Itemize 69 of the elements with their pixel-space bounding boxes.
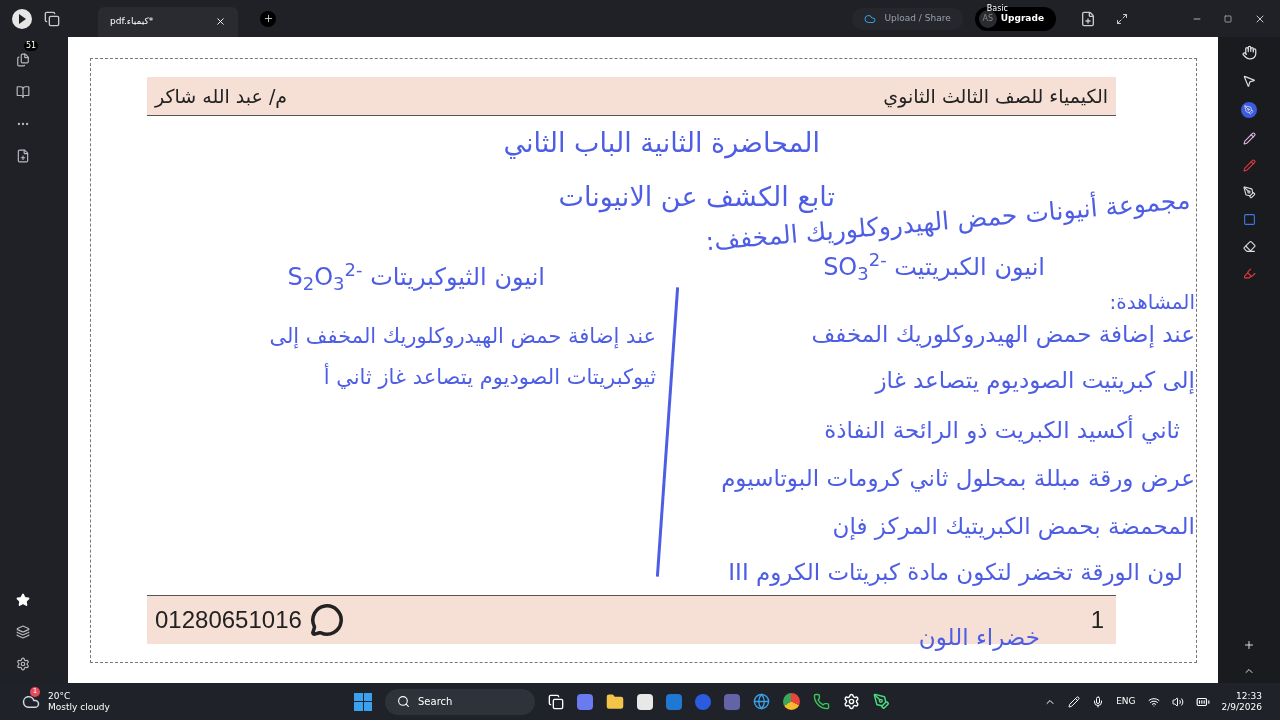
- handwritten-text: عرض ورقة مبللة بمحلول ثاني كرومات البوتاسيوم: [721, 464, 1195, 494]
- app-logo-icon[interactable]: [12, 8, 32, 29]
- browser-icon[interactable]: [753, 693, 770, 710]
- cloud-icon: [864, 12, 877, 25]
- new-tab-button[interactable]: [260, 10, 276, 27]
- handwritten-text: عند إضافة حمض الهيدروكلوريك المخفف: [811, 320, 1195, 350]
- restore-icon[interactable]: [1224, 14, 1232, 23]
- clock-time: 12:33: [1236, 690, 1262, 702]
- layers-icon[interactable]: [16, 625, 30, 639]
- settings-icon[interactable]: [16, 657, 30, 671]
- zoom-in-icon[interactable]: [1243, 639, 1255, 651]
- tab-title: pdf.كيمياء*: [110, 14, 155, 28]
- chat-icon: [309, 603, 344, 637]
- volume-icon[interactable]: [1171, 695, 1184, 708]
- taskbar-search[interactable]: Search: [385, 688, 535, 715]
- page-number: 1: [1090, 605, 1104, 635]
- gear-icon[interactable]: [843, 693, 860, 710]
- expand-icon[interactable]: [1116, 12, 1128, 25]
- handwritten-text: إلى كبريتيت الصوديوم يتصاعد غاز: [875, 366, 1195, 396]
- hand-tool-icon[interactable]: [1241, 45, 1257, 60]
- handwritten-text: لون الورقة تخضر لتكون مادة كبريتات الكروم III: [728, 558, 1183, 588]
- upload-share-button[interactable]: Upload / Share: [852, 7, 963, 30]
- start-icon[interactable]: [354, 692, 372, 711]
- weather-status: Mostly cloudy: [48, 701, 110, 713]
- teams-icon[interactable]: [724, 693, 740, 710]
- handwritten-text: عند إضافة حمض الهيدروكلوريك المخفف إلى: [269, 323, 656, 351]
- star-icon[interactable]: [16, 593, 30, 607]
- store-icon[interactable]: [637, 693, 653, 710]
- mail-icon[interactable]: [666, 693, 682, 710]
- eraser-icon[interactable]: [1242, 240, 1256, 253]
- header-author: م/ عبد الله شاكر: [155, 83, 288, 110]
- header-title: الكيمياء للصف الثالث الثانوي: [883, 83, 1108, 110]
- clock-date: 2/9/2026: [1221, 701, 1262, 713]
- language-indicator[interactable]: ENG: [1116, 694, 1136, 709]
- task-view-icon[interactable]: [548, 693, 564, 710]
- highlighter-icon[interactable]: [1242, 267, 1256, 280]
- pen-icon[interactable]: [1242, 186, 1256, 199]
- cursor-tool-icon[interactable]: [1242, 74, 1256, 88]
- plus-icon: [262, 13, 274, 24]
- chat-app-icon[interactable]: [813, 693, 830, 710]
- pencil-icon[interactable]: [1242, 159, 1256, 172]
- temperature: 20°C: [48, 690, 72, 702]
- handwritten-title: المحاضرة الثانية الباب الثاني: [503, 126, 820, 161]
- handwritten-heading: المشاهدة:: [1109, 289, 1195, 316]
- pencil-icon[interactable]: [1242, 132, 1256, 145]
- handwritten-text: المحمضة بحمض الكبريتيك المركز فإن: [832, 512, 1195, 542]
- browser-icon[interactable]: [783, 693, 800, 710]
- meeting-icon[interactable]: [695, 693, 711, 710]
- page-count-badge: 51: [24, 41, 39, 51]
- app-icon[interactable]: [577, 693, 593, 710]
- pages-icon[interactable]: [16, 53, 30, 67]
- search-icon: [397, 695, 410, 708]
- document-tab[interactable]: pdf.كيمياء*: [98, 6, 238, 37]
- wifi-icon[interactable]: [1147, 695, 1160, 708]
- folder-icon[interactable]: [606, 692, 624, 711]
- document-icon[interactable]: [44, 10, 60, 27]
- handwritten-text: ثيوكبريتات الصوديوم يتصاعد غاز ثاني أ: [323, 362, 656, 391]
- whiteboard-app-icon[interactable]: [873, 693, 890, 710]
- shape-tool-icon[interactable]: [1242, 213, 1256, 226]
- pen-icon[interactable]: [1068, 695, 1081, 708]
- add-page-icon[interactable]: [16, 149, 30, 163]
- book-icon[interactable]: [16, 85, 30, 99]
- add-page-icon[interactable]: [1080, 10, 1096, 27]
- close-icon[interactable]: [215, 16, 226, 27]
- handwritten-text: ثاني أكسيد الكبريت ذو الرائحة النفاذة: [824, 414, 1180, 446]
- pen-tool-icon[interactable]: [1241, 102, 1257, 118]
- microphone-icon[interactable]: [1092, 695, 1105, 708]
- phone-number: 01280651016: [155, 605, 302, 635]
- handwritten-text: خضراء اللون: [918, 623, 1040, 653]
